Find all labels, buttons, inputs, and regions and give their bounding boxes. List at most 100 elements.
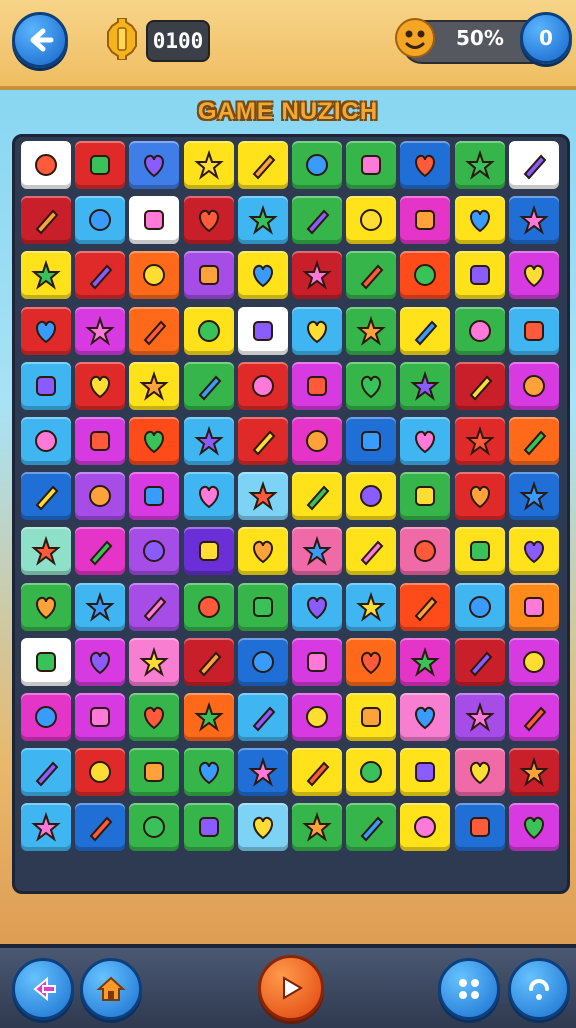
board-tile[interactable]: [21, 748, 71, 797]
board-tile[interactable]: [129, 527, 180, 576]
board-tile[interactable]: [454, 196, 505, 245]
board-tile[interactable]: [508, 637, 559, 686]
board-tile[interactable]: [237, 693, 288, 741]
board-tile[interactable]: [346, 196, 397, 245]
board-tile[interactable]: [75, 196, 126, 245]
board-tile[interactable]: [508, 251, 559, 300]
board-tile[interactable]: [129, 637, 180, 686]
board-tile[interactable]: [292, 361, 342, 410]
board-tile[interactable]: [183, 306, 234, 355]
board-tile[interactable]: [400, 527, 451, 576]
board-tile[interactable]: [400, 803, 451, 852]
board-tile[interactable]: [21, 306, 71, 355]
board-tile[interactable]: [75, 141, 126, 189]
board-tile[interactable]: [400, 361, 451, 410]
board-tile[interactable]: [292, 141, 342, 189]
board-tile[interactable]: [21, 251, 71, 300]
board-tile[interactable]: [508, 803, 559, 852]
board-tile[interactable]: [129, 803, 180, 852]
board-tile[interactable]: [75, 582, 126, 631]
board-tile[interactable]: [183, 527, 234, 576]
progress-button[interactable]: 0: [520, 12, 572, 64]
board-tile[interactable]: [237, 472, 288, 521]
board-tile[interactable]: [454, 748, 505, 797]
board-tile[interactable]: [237, 141, 288, 189]
board-tile[interactable]: [454, 527, 505, 576]
board-tile[interactable]: [346, 582, 397, 631]
board-tile[interactable]: [292, 417, 342, 465]
board-tile[interactable]: [292, 693, 342, 741]
board-tile[interactable]: [237, 196, 288, 245]
board-tile[interactable]: [508, 141, 559, 189]
board-tile[interactable]: [346, 803, 397, 852]
board-tile[interactable]: [75, 637, 126, 686]
board-tile[interactable]: [346, 141, 397, 189]
board-tile[interactable]: [400, 306, 451, 355]
board-tile[interactable]: [21, 417, 71, 465]
board-tile[interactable]: [400, 637, 451, 686]
board-tile[interactable]: [129, 251, 180, 300]
board-tile[interactable]: [346, 472, 397, 521]
board-tile[interactable]: [129, 141, 180, 189]
board-tile[interactable]: [292, 803, 342, 852]
hint-button[interactable]: [508, 958, 570, 1020]
board-tile[interactable]: [292, 306, 342, 355]
board-tile[interactable]: [400, 417, 451, 465]
board-tile[interactable]: [183, 582, 234, 631]
board-tile[interactable]: [183, 748, 234, 797]
board-tile[interactable]: [292, 472, 342, 521]
board-tile[interactable]: [129, 361, 180, 410]
board-tile[interactable]: [454, 693, 505, 741]
board-tile[interactable]: [346, 693, 397, 741]
board-tile[interactable]: [75, 417, 126, 465]
board-tile[interactable]: [346, 748, 397, 797]
board-tile[interactable]: [237, 637, 288, 686]
board-tile[interactable]: [454, 361, 505, 410]
board-tile[interactable]: [21, 693, 71, 741]
board-tile[interactable]: [454, 251, 505, 300]
board-tile[interactable]: [346, 417, 397, 465]
board-tile[interactable]: [183, 472, 234, 521]
board-tile[interactable]: [508, 527, 559, 576]
board-tile[interactable]: [508, 472, 559, 521]
board-tile[interactable]: [454, 417, 505, 465]
board-tile[interactable]: [400, 251, 451, 300]
board-tile[interactable]: [75, 803, 126, 852]
board-tile[interactable]: [21, 196, 71, 245]
board-tile[interactable]: [508, 417, 559, 465]
board-tile[interactable]: [183, 196, 234, 245]
board-tile[interactable]: [183, 803, 234, 852]
board-tile[interactable]: [346, 637, 397, 686]
shuffle-button[interactable]: [438, 958, 500, 1020]
board-tile[interactable]: [237, 251, 288, 300]
play-button[interactable]: [258, 955, 324, 1021]
board-tile[interactable]: [21, 141, 71, 189]
board-tile[interactable]: [75, 748, 126, 797]
board-tile[interactable]: [183, 251, 234, 300]
board-tile[interactable]: [400, 693, 451, 741]
board-tile[interactable]: [129, 693, 180, 741]
board-tile[interactable]: [346, 527, 397, 576]
move-left-button[interactable]: [12, 958, 74, 1020]
board-tile[interactable]: [75, 306, 126, 355]
board-tile[interactable]: [129, 472, 180, 521]
board-tile[interactable]: [237, 748, 288, 797]
board-tile[interactable]: [454, 582, 505, 631]
board-tile[interactable]: [346, 306, 397, 355]
board-tile[interactable]: [21, 582, 71, 631]
board-tile[interactable]: [400, 141, 451, 189]
board-tile[interactable]: [237, 803, 288, 852]
board-tile[interactable]: [292, 527, 342, 576]
board-tile[interactable]: [129, 196, 180, 245]
board-tile[interactable]: [400, 748, 451, 797]
board-tile[interactable]: [508, 582, 559, 631]
board-tile[interactable]: [454, 637, 505, 686]
board-tile[interactable]: [454, 306, 505, 355]
board-tile[interactable]: [508, 196, 559, 245]
board-tile[interactable]: [21, 361, 71, 410]
board-tile[interactable]: [508, 306, 559, 355]
board-tile[interactable]: [183, 417, 234, 465]
board-tile[interactable]: [292, 251, 342, 300]
board-tile[interactable]: [237, 361, 288, 410]
board-tile[interactable]: [508, 693, 559, 741]
